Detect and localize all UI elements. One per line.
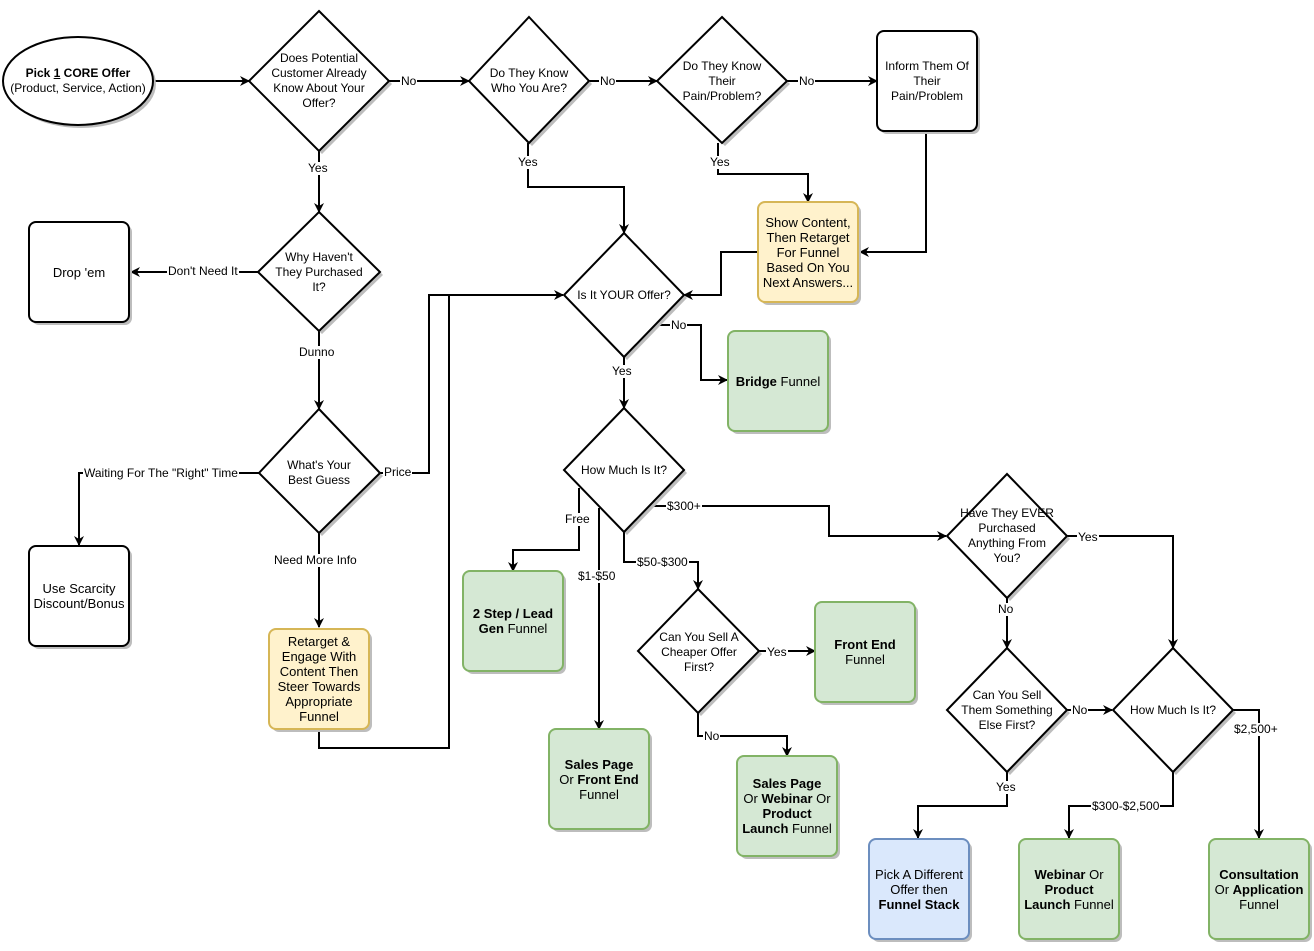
- funnel-consultation-shape: [1208, 838, 1310, 940]
- process-drop-shape: [28, 221, 130, 323]
- edge-waiting: [74, 472, 259, 546]
- edge-ever-yes: [1067, 535, 1178, 649]
- decision-best-guess-shape: [257, 407, 382, 535]
- decision-know-you-shape: [467, 15, 591, 145]
- alt-different-offer-shape: [868, 838, 970, 940]
- start-node-shape: [2, 36, 154, 126]
- funnel-sales-page-shape: [548, 728, 650, 830]
- edge-label-else-yes: Yes: [995, 780, 1017, 794]
- edge-label-offer-yes: Yes: [307, 161, 329, 175]
- edge-label-50-300: $50-$300: [636, 555, 689, 569]
- edge-label-free: Free: [564, 512, 591, 526]
- decision-ever-purchased-shape: [945, 472, 1069, 600]
- process-inform-shape: [876, 30, 978, 132]
- edge-else-yes: [913, 772, 1008, 839]
- funnel-two-step-shape: [462, 570, 564, 672]
- process-scarcity-shape: [28, 545, 130, 647]
- decision-why-not-shape: [256, 210, 382, 333]
- decision-know-offer-shape: [247, 9, 391, 153]
- edge-your-no: [655, 324, 728, 385]
- edge-label-your-no: No: [670, 318, 688, 332]
- content-show-shape: [757, 201, 859, 303]
- decision-how-much-2-shape: [1111, 646, 1235, 774]
- edge-label-else-no: No: [1071, 703, 1089, 717]
- decision-your-offer-shape: [562, 231, 686, 359]
- edge-label-300-2500: $300-$2,500: [1091, 799, 1161, 813]
- decision-know-pain-shape: [655, 15, 789, 145]
- edge-label-you-no: No: [599, 74, 617, 88]
- edge-label-cheaper-no: No: [703, 729, 721, 743]
- funnel-front-end-shape: [814, 601, 916, 703]
- edge-free: [508, 488, 580, 572]
- edge-label-cheaper-yes: Yes: [766, 645, 788, 659]
- edge-label-dunno: Dunno: [298, 345, 336, 359]
- edge-inform-to-show: [859, 131, 927, 257]
- edge-know-pain-yes: [717, 143, 813, 203]
- edge-label-need-info: Need More Info: [273, 553, 358, 567]
- decision-sell-else-shape: [945, 646, 1069, 774]
- edge-label-pain-yes: Yes: [709, 155, 731, 169]
- content-retarget-shape: [268, 628, 370, 730]
- edge-label-waiting: Waiting For The "Right" Time: [83, 466, 239, 480]
- edge-label-pain-no: No: [798, 74, 816, 88]
- edge-label-ever-yes: Yes: [1077, 530, 1099, 544]
- funnel-sales-webinar-shape: [736, 755, 838, 857]
- edge-label-price: Price: [383, 465, 413, 479]
- funnel-webinar-launch-shape: [1018, 838, 1120, 940]
- edge-label-your-yes: Yes: [611, 364, 633, 378]
- edge-show-to-your-offer: [683, 251, 758, 300]
- edge-label-you-yes: Yes: [517, 155, 539, 169]
- funnel-bridge-shape: [727, 330, 829, 432]
- edge-label-300-plus: $300+: [666, 499, 702, 513]
- decision-cheaper-shape: [636, 587, 761, 715]
- edge-label-offer-no: No: [400, 74, 418, 88]
- edge-know-you-yes: [527, 143, 629, 234]
- edge-price: [380, 290, 564, 474]
- edge-label-ever-no: No: [997, 602, 1015, 616]
- edge-label-1-50: $1-$50: [577, 569, 617, 583]
- edge-label-2500-plus: $2,500+: [1233, 722, 1279, 736]
- edge-label-dont-need: Don't Need It: [167, 264, 239, 278]
